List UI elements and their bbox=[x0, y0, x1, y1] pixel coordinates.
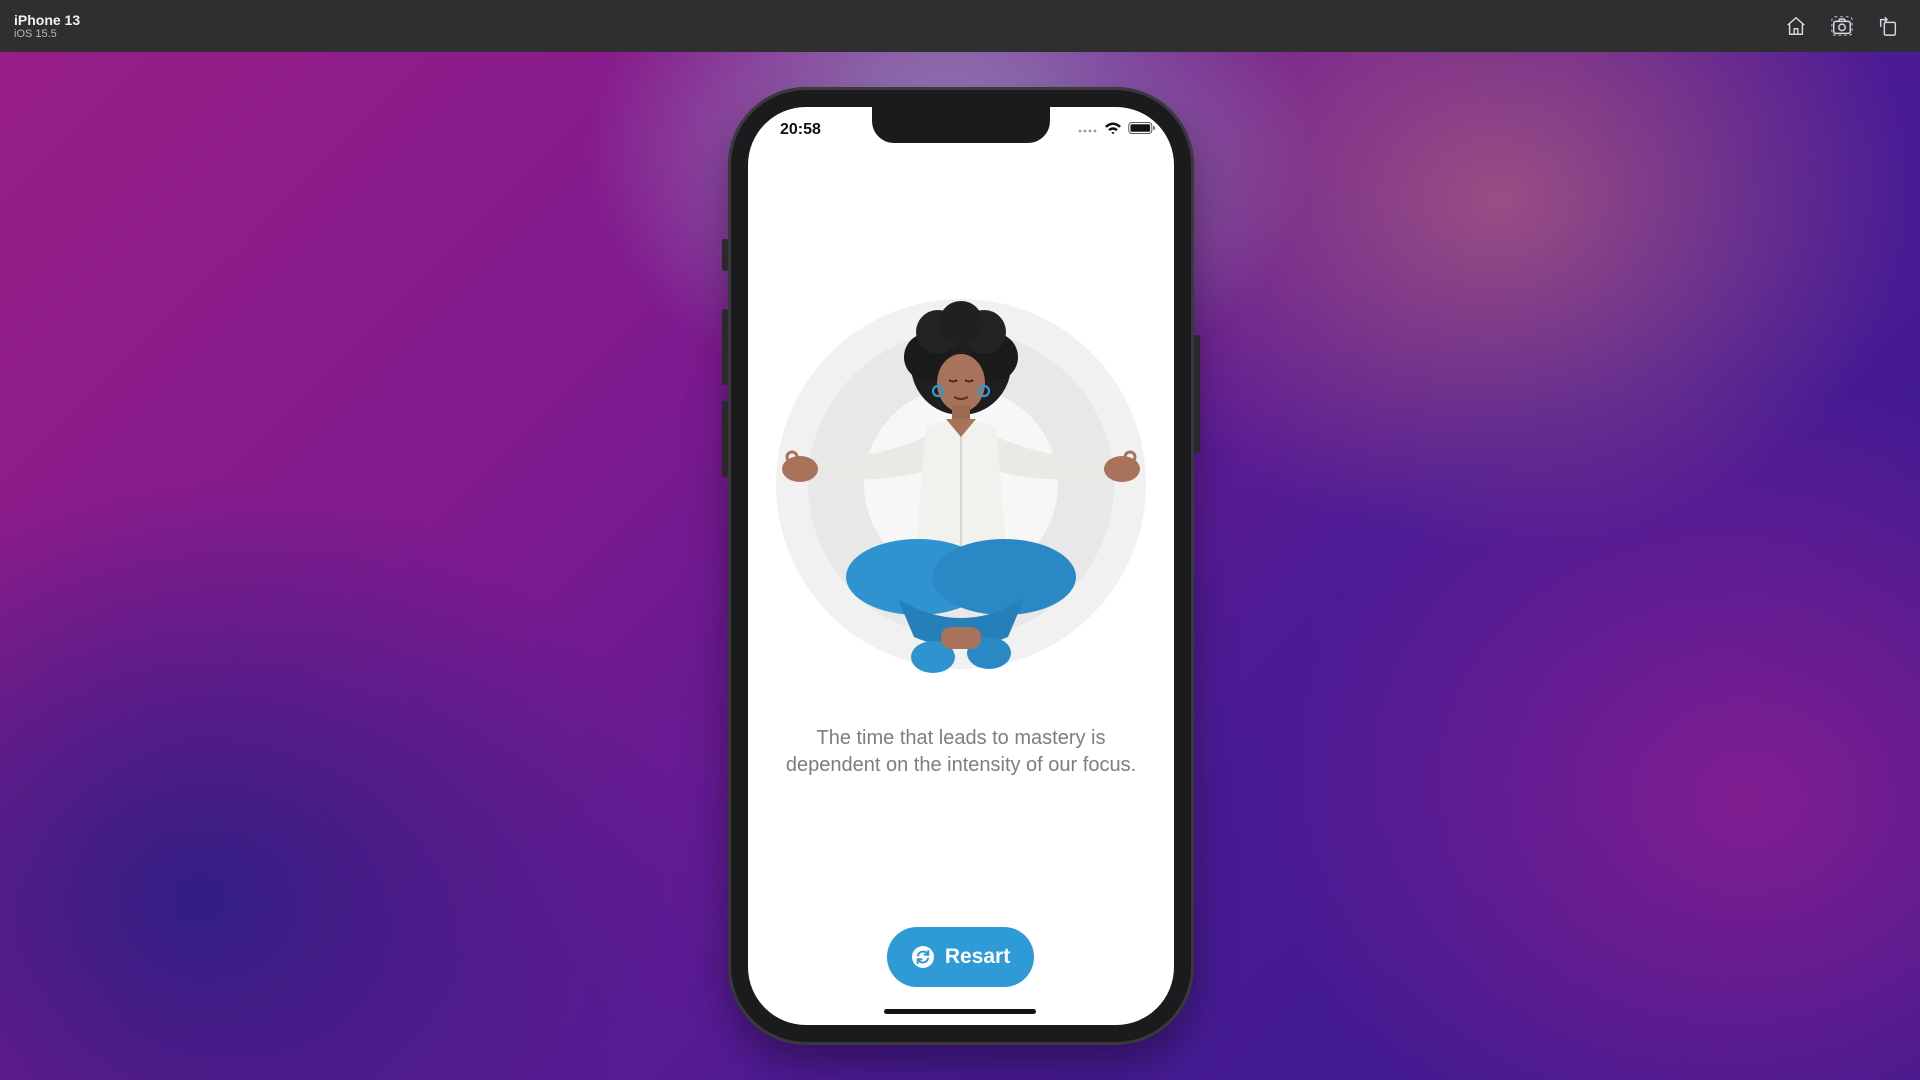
power-button[interactable] bbox=[1194, 335, 1200, 453]
notch bbox=[872, 107, 1050, 143]
status-icons bbox=[1078, 121, 1156, 135]
rotate-button[interactable] bbox=[1876, 14, 1900, 38]
iphone-frame: 20:58 The time that leads to mastery is … bbox=[722, 87, 1200, 1045]
meditating-person-illustration bbox=[748, 287, 1174, 707]
mute-switch[interactable] bbox=[722, 239, 728, 271]
home-button[interactable] bbox=[1784, 14, 1808, 38]
camera-icon bbox=[1831, 16, 1853, 36]
restart-button-label: Resart bbox=[944, 945, 1011, 968]
volume-down-button[interactable] bbox=[722, 401, 728, 477]
restart-button[interactable]: Resart bbox=[887, 927, 1034, 987]
status-time: 20:58 bbox=[780, 121, 821, 138]
simulator-actions bbox=[1784, 14, 1906, 38]
phone-screen: 20:58 The time that leads to mastery is … bbox=[748, 107, 1174, 1025]
person-figure bbox=[782, 301, 1140, 673]
battery-icon bbox=[1128, 122, 1155, 134]
quote-text: The time that leads to mastery is depend… bbox=[785, 727, 1137, 776]
screenshot-button[interactable] bbox=[1830, 14, 1854, 38]
refresh-icon bbox=[911, 946, 934, 968]
os-version: iOS 15.5 bbox=[14, 27, 57, 40]
simulator-toolbar: iPhone 13 iOS 15.5 bbox=[0, 0, 1920, 52]
home-icon bbox=[1787, 17, 1805, 35]
device-name: iPhone 13 bbox=[14, 11, 81, 28]
device-info: iPhone 13 iOS 15.5 bbox=[14, 12, 80, 41]
volume-up-button[interactable] bbox=[722, 309, 728, 385]
rotate-icon bbox=[1879, 16, 1897, 36]
wifi-icon bbox=[1105, 122, 1121, 135]
home-indicator[interactable] bbox=[884, 1009, 1036, 1014]
signal-dots-icon bbox=[1078, 129, 1097, 133]
